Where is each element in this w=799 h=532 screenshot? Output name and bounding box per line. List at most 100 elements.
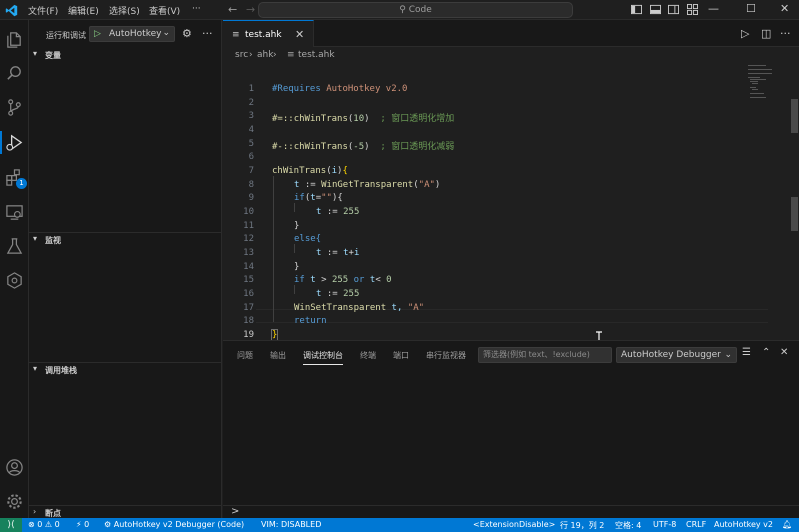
chevron-right-icon: › — [33, 507, 37, 516]
extensions-badge: 1 — [16, 178, 27, 189]
panel-tab-ports[interactable]: 端口 — [393, 350, 409, 361]
menu-more[interactable]: ··· — [192, 4, 201, 14]
gear-icon[interactable]: ⚙ — [182, 27, 192, 40]
debugger-select-label: AutoHotkey Debugger — [621, 350, 721, 360]
vertical-scrollbar[interactable] — [790, 47, 799, 340]
breadcrumb: src › ahk › ≡ test.ahk — [223, 48, 799, 63]
ports-status[interactable]: ⚡ 0 — [76, 520, 89, 529]
code-line-10: t := 255 — [316, 207, 360, 217]
chevron-up-icon[interactable]: ⌃ — [762, 347, 770, 358]
line-number: 13 — [243, 248, 254, 258]
breadcrumb-file[interactable]: test.ahk — [298, 50, 335, 60]
minimize-icon[interactable]: — — [708, 2, 719, 15]
line-number: 9 — [248, 193, 254, 203]
chevron-down-icon: ⌄ — [724, 350, 732, 360]
code-line-5: #-::chWinTrans(-5) ; 窗口透明化减弱 — [272, 142, 455, 152]
close-panel-icon[interactable]: ✕ — [780, 347, 788, 358]
indentation-status[interactable]: 空格: 4 — [615, 520, 641, 531]
eol-status[interactable]: CRLF — [686, 520, 706, 529]
activity-bar: 1 — [0, 20, 29, 518]
toggle-panel-icon[interactable] — [650, 4, 661, 15]
line-number: 16 — [243, 289, 254, 299]
language-mode-status[interactable]: AutoHotkey v2 — [714, 520, 773, 529]
section-variables[interactable]: ▾ 变量 — [29, 48, 222, 62]
toggle-secondary-sidebar-icon[interactable] — [668, 4, 679, 15]
sidebar-header: 运行和调试 ▷ AutoHotkey ⌄ ⚙ ··· — [29, 20, 222, 48]
bell-icon[interactable]: 🔔︎ — [782, 520, 792, 529]
code-line-1: #Requires AutoHotkey v2.0 — [272, 84, 408, 94]
testing-icon[interactable] — [5, 237, 24, 256]
run-debug-file-icon[interactable]: ▷ — [741, 27, 749, 40]
layout-icon[interactable] — [687, 4, 698, 15]
line-number: 17 — [243, 303, 254, 313]
gitlens-icon[interactable] — [5, 271, 24, 290]
section-call-stack[interactable]: ▾ 调用堆栈 — [29, 362, 222, 376]
run-debug-icon[interactable] — [0, 131, 24, 154]
remote-icon[interactable]: ⟩⟨ — [0, 518, 22, 532]
search-icon[interactable] — [5, 64, 24, 83]
close-icon[interactable]: ✕ — [780, 2, 789, 15]
problems-status[interactable]: ⊗ 0 ⚠ 0 — [28, 520, 60, 529]
menu-selection[interactable]: 选择(S) — [109, 4, 140, 17]
explorer-icon[interactable] — [5, 30, 24, 49]
section-breakpoints[interactable]: › 断点 — [29, 505, 222, 519]
debug-console-repl[interactable]: > — [223, 505, 799, 519]
minimap[interactable] — [746, 63, 788, 103]
code-line-11: } — [294, 221, 300, 231]
menu-view[interactable]: 查看(V) — [149, 4, 180, 17]
start-debugging-icon[interactable]: ▷ — [94, 29, 101, 39]
forward-arrow-icon[interactable]: → — [246, 3, 255, 16]
clear-console-icon[interactable]: ☰ — [742, 347, 751, 358]
run-debug-sidebar: 运行和调试 ▷ AutoHotkey ⌄ ⚙ ··· ▾ 变量 ▾ 监视 ▾ 调… — [29, 20, 222, 518]
line-number: 1 — [248, 84, 254, 94]
toggle-sidebar-icon[interactable] — [631, 4, 642, 15]
debug-config-status[interactable]: ⚙ AutoHotkey v2 Debugger (Code) — [104, 520, 244, 529]
menu-edit[interactable]: 编辑(E) — [68, 4, 99, 17]
remote-explorer-icon[interactable] — [5, 203, 24, 222]
more-actions-icon[interactable]: ··· — [780, 27, 791, 40]
section-variables-label: 变量 — [45, 51, 61, 60]
command-center[interactable]: ⚲ Code — [258, 2, 573, 18]
panel-tab-terminal[interactable]: 终端 — [360, 350, 376, 361]
menu-file[interactable]: 文件(F) — [28, 4, 58, 17]
extensions-icon[interactable]: 1 — [5, 168, 27, 189]
cursor-position-status[interactable]: 行 19，列 2 — [560, 520, 604, 531]
breadcrumb-ahk[interactable]: ahk — [257, 50, 273, 60]
account-icon[interactable] — [5, 458, 24, 477]
extension-disable-status[interactable]: <ExtensionDisable> — [473, 520, 555, 529]
line-number: 2 — [248, 98, 254, 108]
line-number: 8 — [248, 180, 254, 190]
debugger-select[interactable]: AutoHotkey Debugger ⌄ — [616, 347, 737, 363]
back-arrow-icon[interactable]: ← — [228, 3, 237, 16]
line-number: 14 — [243, 262, 254, 272]
panel-tab-problems[interactable]: 问题 — [237, 350, 253, 361]
section-watch[interactable]: ▾ 监视 — [29, 232, 222, 246]
section-call-stack-label: 调用堆栈 — [45, 366, 77, 375]
panel-tab-serial-monitor[interactable]: 串行监视器 — [426, 350, 466, 361]
chevron-down-icon: ▾ — [33, 49, 38, 58]
debug-console-filter-input[interactable]: 筛选器(例如 text、!exclude) — [478, 347, 612, 363]
file-lines-icon: ≡ — [287, 50, 295, 60]
encoding-status[interactable]: UTF-8 — [653, 520, 676, 529]
code-line-15: if t > 255 or t< 0 — [294, 275, 392, 285]
code-editor[interactable]: 1 2 3 4 5 6 7 8 9 10 11 12 13 14 15 16 1… — [223, 63, 768, 341]
chevron-right-icon: › — [249, 50, 253, 60]
panel-tab-debug-console[interactable]: 调试控制台 — [303, 350, 343, 365]
file-lines-icon: ≡ — [232, 30, 240, 40]
split-editor-icon[interactable]: ◫ — [761, 27, 771, 40]
line-number: 5 — [248, 139, 254, 149]
line-number: 6 — [248, 152, 254, 162]
line-number: 15 — [243, 275, 254, 285]
editor-tabs: ≡ test.ahk ✕ ▷ ◫ ··· — [223, 20, 799, 47]
debug-config-select[interactable]: ▷ AutoHotkey ⌄ — [89, 26, 175, 42]
line-number: 7 — [248, 166, 254, 176]
tab-test-ahk[interactable]: ≡ test.ahk ✕ — [223, 20, 314, 47]
close-tab-icon[interactable]: ✕ — [295, 28, 304, 41]
manage-gear-icon[interactable] — [5, 492, 24, 511]
more-actions-icon[interactable]: ··· — [202, 27, 213, 40]
source-control-icon[interactable] — [5, 98, 24, 117]
maximize-icon[interactable]: ☐ — [746, 2, 756, 15]
vim-status[interactable]: VIM: DISABLED — [261, 520, 321, 529]
panel-tab-output[interactable]: 输出 — [270, 350, 286, 361]
breadcrumb-src[interactable]: src — [235, 50, 248, 60]
